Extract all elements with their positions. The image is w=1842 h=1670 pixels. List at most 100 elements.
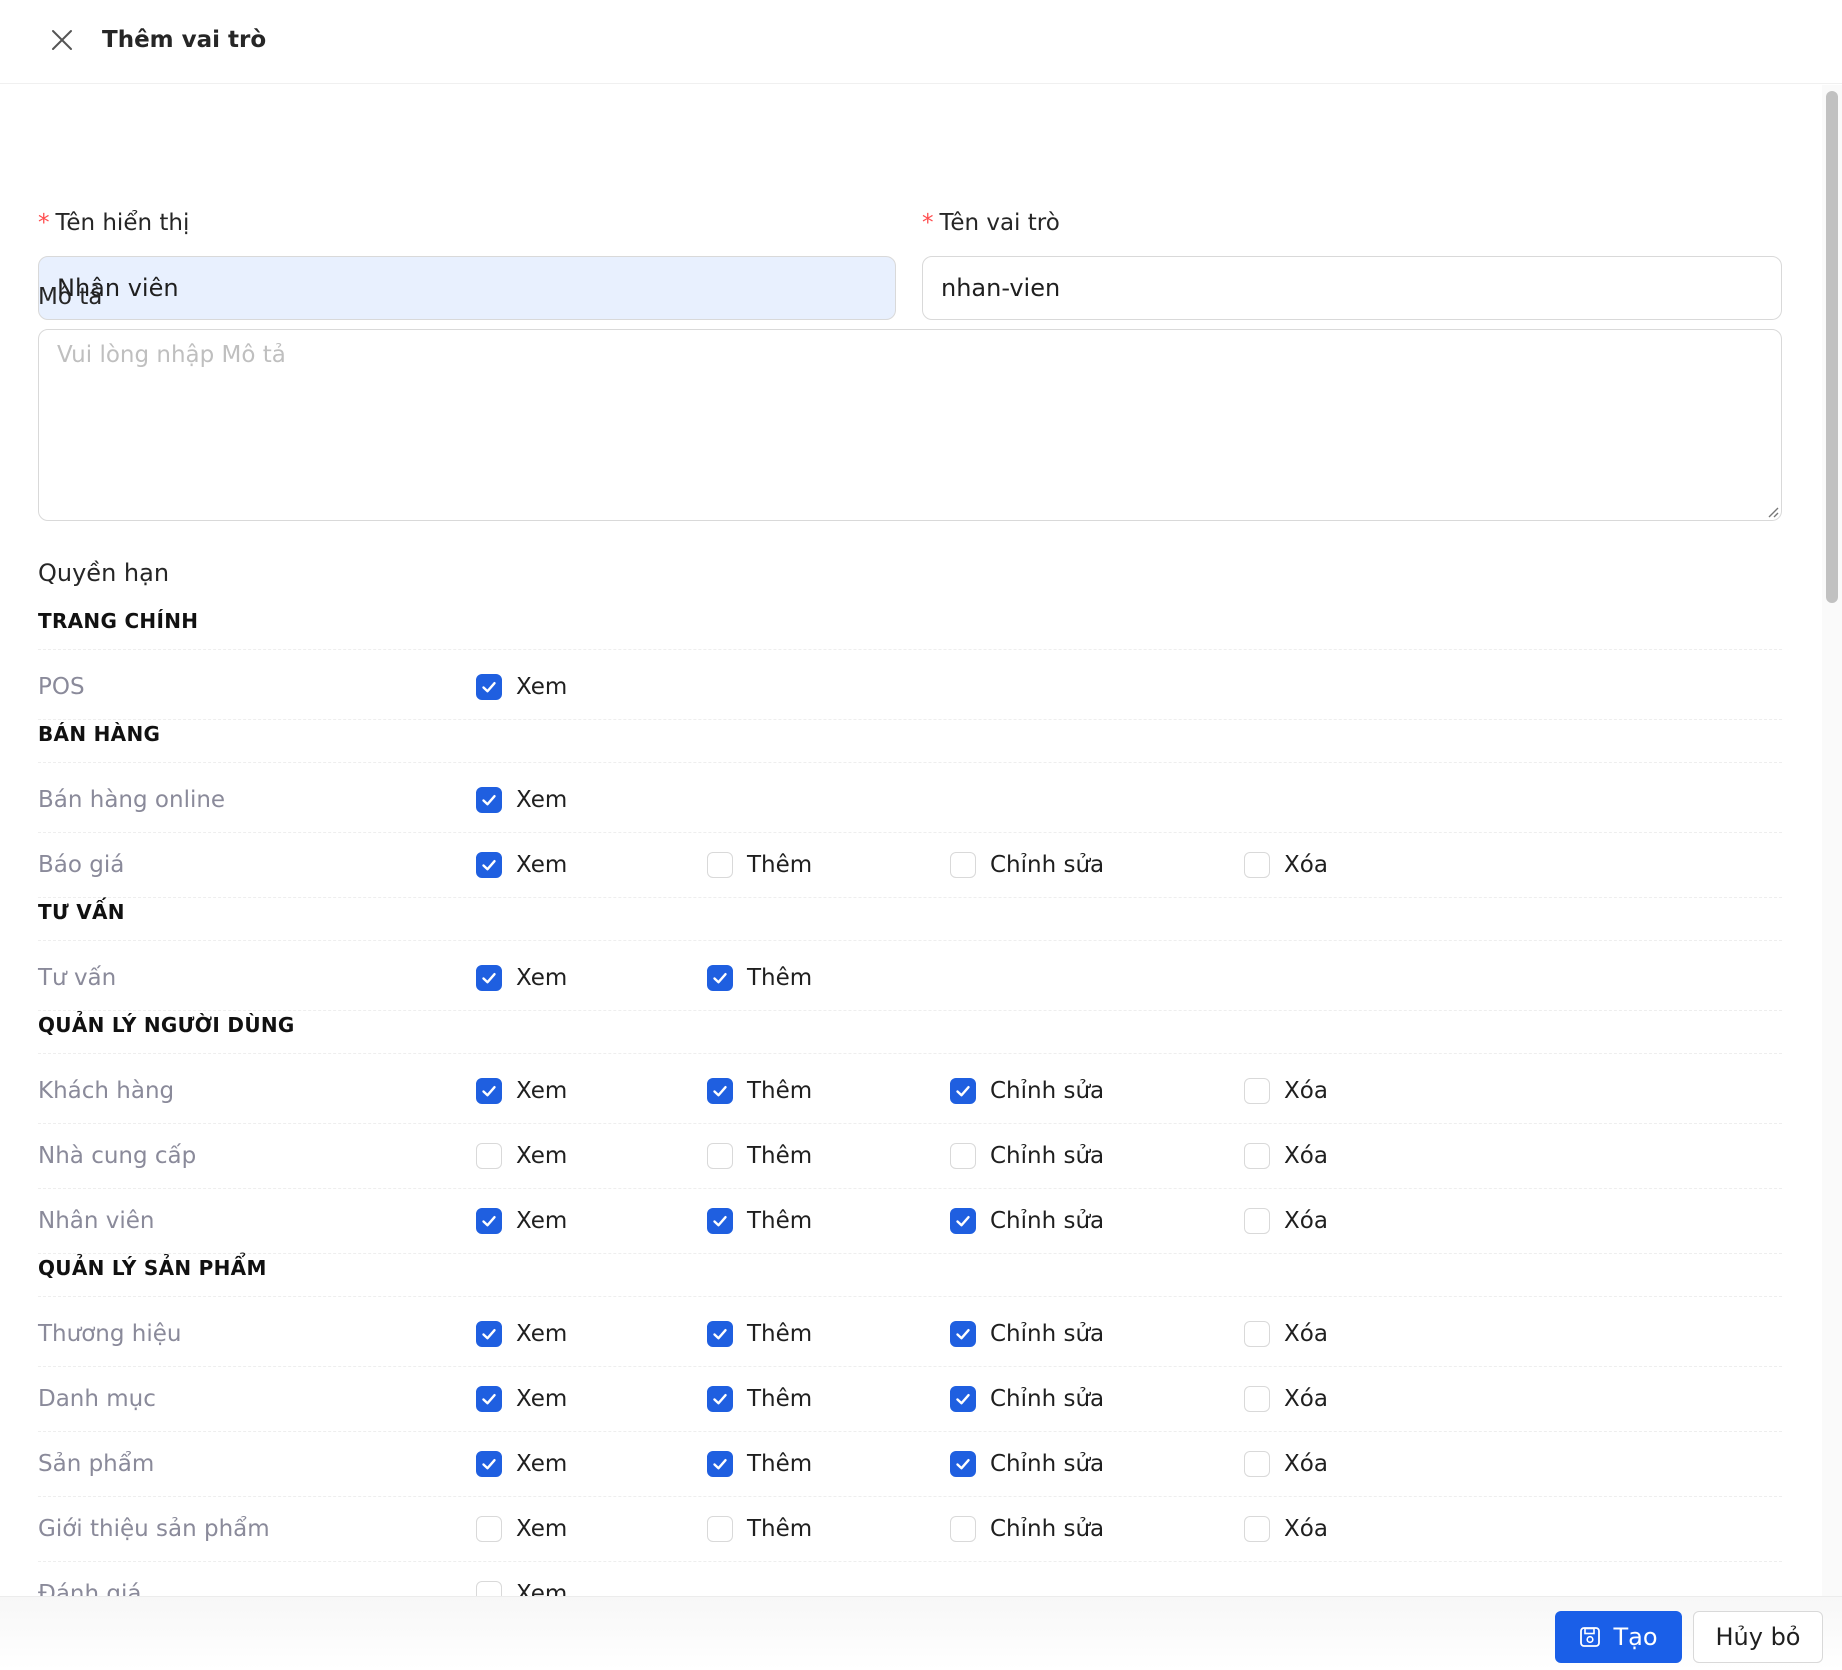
permission-edit-option[interactable]: Chỉnh sửa (950, 1383, 1104, 1415)
permission-delete-checkbox[interactable] (1244, 1321, 1270, 1347)
create-button[interactable]: Tạo (1555, 1611, 1682, 1663)
permission-delete-checkbox[interactable] (1244, 1208, 1270, 1234)
permission-edit-option[interactable]: Chỉnh sửa (950, 1513, 1104, 1545)
permission-delete-option[interactable]: Xóa (1244, 1383, 1328, 1415)
permission-add-checkbox[interactable] (707, 1208, 733, 1234)
permission-add-checkbox[interactable] (707, 1143, 733, 1169)
permission-edit-label: Chỉnh sửa (990, 1386, 1105, 1412)
permission-view-option[interactable]: Xem (476, 1318, 567, 1350)
permission-view-option[interactable]: Xem (476, 1075, 567, 1107)
permission-edit-label: Chỉnh sửa (990, 1143, 1105, 1169)
permission-delete-option[interactable]: Xóa (1244, 849, 1328, 881)
permission-edit-checkbox[interactable] (950, 1516, 976, 1542)
permission-delete-option[interactable]: Xóa (1244, 1318, 1328, 1350)
check-icon (482, 1086, 496, 1097)
permission-view-option[interactable]: Xem (476, 1205, 567, 1237)
permission-add-label: Thêm (747, 965, 813, 991)
close-icon[interactable] (50, 28, 74, 52)
permission-view-option[interactable]: Xem (476, 1513, 567, 1545)
permission-add-option[interactable]: Thêm (707, 1205, 812, 1237)
permission-view-checkbox[interactable] (476, 1581, 502, 1596)
permission-edit-option[interactable]: Chỉnh sửa (950, 1318, 1104, 1350)
permission-edit-checkbox[interactable] (950, 852, 976, 878)
permission-add-option[interactable]: Thêm (707, 1318, 812, 1350)
permission-add-checkbox[interactable] (707, 1386, 733, 1412)
permission-edit-option[interactable]: Chỉnh sửa (950, 1205, 1104, 1237)
permission-view-option[interactable]: Xem (476, 1140, 567, 1172)
permission-view-label: Xem (516, 1321, 568, 1347)
permission-add-option[interactable]: Thêm (707, 849, 812, 881)
permission-view-option[interactable]: Xem (476, 784, 567, 816)
close-button[interactable] (44, 22, 80, 58)
permission-delete-checkbox[interactable] (1244, 1143, 1270, 1169)
permission-view-option[interactable]: Xem (476, 671, 567, 703)
permission-view-option[interactable]: Xem (476, 1578, 567, 1596)
permission-edit-option[interactable]: Chỉnh sửa (950, 849, 1104, 881)
permission-delete-checkbox[interactable] (1244, 1516, 1270, 1542)
divider (38, 649, 1782, 650)
permission-view-checkbox[interactable] (476, 674, 502, 700)
permission-view-option[interactable]: Xem (476, 1448, 567, 1480)
permission-edit-checkbox[interactable] (950, 1451, 976, 1477)
resize-grip-icon[interactable] (1765, 504, 1779, 518)
permission-add-option[interactable]: Thêm (707, 1075, 812, 1107)
permission-add-option[interactable]: Thêm (707, 1513, 812, 1545)
permission-view-checkbox[interactable] (476, 1208, 502, 1234)
permission-view-checkbox[interactable] (476, 1386, 502, 1412)
role-name-input[interactable]: nhan-vien (922, 256, 1782, 320)
permission-add-option[interactable]: Thêm (707, 1383, 812, 1415)
permission-view-checkbox[interactable] (476, 965, 502, 991)
check-icon (482, 1216, 496, 1227)
permission-delete-option[interactable]: Xóa (1244, 1448, 1328, 1480)
permission-view-checkbox[interactable] (476, 1143, 502, 1169)
permission-delete-option[interactable]: Xóa (1244, 1205, 1328, 1237)
permission-edit-option[interactable]: Chỉnh sửa (950, 1075, 1104, 1107)
display-name-input[interactable]: Nhân viên (38, 256, 896, 320)
permission-view-checkbox[interactable] (476, 852, 502, 878)
permission-delete-option[interactable]: Xóa (1244, 1513, 1328, 1545)
permission-view-checkbox[interactable] (476, 1321, 502, 1347)
permission-add-option[interactable]: Thêm (707, 1448, 812, 1480)
permission-view-label: Xem (516, 1078, 568, 1104)
permission-view-option[interactable]: Xem (476, 1383, 567, 1415)
permission-edit-checkbox[interactable] (950, 1143, 976, 1169)
permission-view-option[interactable]: Xem (476, 962, 567, 994)
permission-delete-checkbox[interactable] (1244, 852, 1270, 878)
permission-edit-option[interactable]: Chỉnh sửa (950, 1140, 1104, 1172)
permission-delete-checkbox[interactable] (1244, 1451, 1270, 1477)
scrollbar[interactable] (1822, 85, 1842, 1596)
permission-add-checkbox[interactable] (707, 1078, 733, 1104)
permission-add-checkbox[interactable] (707, 852, 733, 878)
permission-row-label: Báo giá (38, 852, 125, 878)
permission-delete-checkbox[interactable] (1244, 1386, 1270, 1412)
permission-add-checkbox[interactable] (707, 1516, 733, 1542)
permission-edit-checkbox[interactable] (950, 1321, 976, 1347)
divider (38, 1296, 1782, 1297)
permission-add-checkbox[interactable] (707, 1321, 733, 1347)
permission-edit-checkbox[interactable] (950, 1208, 976, 1234)
divider (38, 832, 1782, 833)
permission-view-option[interactable]: Xem (476, 849, 567, 881)
check-icon (713, 1394, 727, 1405)
permission-edit-option[interactable]: Chỉnh sửa (950, 1448, 1104, 1480)
cancel-button[interactable]: Hủy bỏ (1693, 1611, 1823, 1663)
divider (38, 1188, 1782, 1189)
permission-view-checkbox[interactable] (476, 1078, 502, 1104)
permission-view-label: Xem (516, 674, 568, 700)
required-mark: * (922, 210, 934, 236)
scrollbar-thumb[interactable] (1826, 91, 1838, 603)
permission-delete-checkbox[interactable] (1244, 1078, 1270, 1104)
permission-add-checkbox[interactable] (707, 1451, 733, 1477)
description-textarea[interactable]: Vui lòng nhập Mô tả (38, 329, 1782, 521)
permission-delete-option[interactable]: Xóa (1244, 1140, 1328, 1172)
permission-add-option[interactable]: Thêm (707, 1140, 812, 1172)
permission-view-checkbox[interactable] (476, 1451, 502, 1477)
permission-add-checkbox[interactable] (707, 965, 733, 991)
permission-view-checkbox[interactable] (476, 787, 502, 813)
check-icon (956, 1329, 970, 1340)
permission-add-option[interactable]: Thêm (707, 962, 812, 994)
permission-delete-option[interactable]: Xóa (1244, 1075, 1328, 1107)
permission-edit-checkbox[interactable] (950, 1386, 976, 1412)
permission-view-checkbox[interactable] (476, 1516, 502, 1542)
permission-edit-checkbox[interactable] (950, 1078, 976, 1104)
